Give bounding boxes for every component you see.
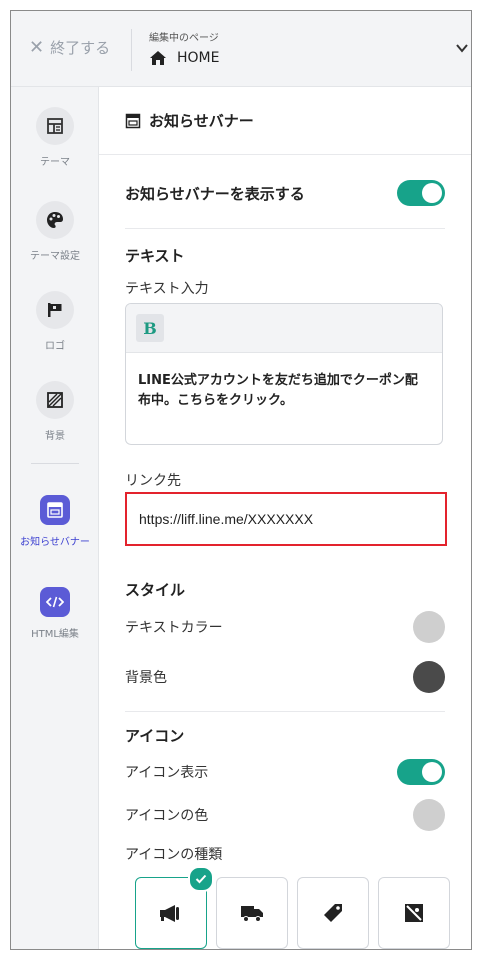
- icon-section-heading: アイコン: [125, 726, 185, 745]
- link-label: リンク先: [125, 473, 181, 489]
- icon-show-label: アイコン表示: [125, 765, 209, 781]
- sidebar-item-label: お知らせバナー: [20, 537, 90, 548]
- truck-icon: [241, 906, 263, 922]
- chevron-down-icon[interactable]: [455, 41, 469, 55]
- home-icon: [150, 51, 166, 65]
- sidebar-item-theme-settings[interactable]: テーマ設定: [11, 201, 99, 262]
- icon-option-discount[interactable]: [378, 877, 450, 949]
- editing-caption: 編集中のページ: [149, 33, 219, 44]
- sidebar-item-theme[interactable]: テーマ: [11, 107, 99, 168]
- toggle-knob: [422, 183, 442, 203]
- show-banner-toggle[interactable]: [397, 180, 445, 206]
- header-divider: [131, 29, 132, 71]
- icon-option-tag[interactable]: [297, 877, 369, 949]
- sidebar-item-notice-banner[interactable]: お知らせバナー: [11, 495, 99, 548]
- banner-icon: [40, 495, 70, 525]
- text-input-label: テキスト入力: [125, 281, 209, 297]
- banner-text-input[interactable]: LINE公式アカウントを友だち追加でクーポン配布中。こちらをクリック。: [126, 353, 442, 411]
- page-selector[interactable]: 編集中のページ HOME: [149, 29, 219, 66]
- link-url-input[interactable]: https://liff.line.me/XXXXXXX: [125, 492, 447, 546]
- exit-button[interactable]: ✕ 終了する: [29, 37, 110, 58]
- page-name: HOME: [177, 50, 220, 66]
- icon-show-toggle[interactable]: [397, 759, 445, 785]
- toggle-knob: [422, 762, 442, 782]
- discount-icon: [405, 904, 423, 922]
- icon-option-megaphone[interactable]: [135, 866, 214, 949]
- show-banner-label: お知らせバナーを表示する: [125, 184, 305, 203]
- icon-option-truck[interactable]: [216, 877, 288, 949]
- link-row: リンク先: [125, 469, 445, 491]
- style-section-row: スタイル: [125, 577, 445, 601]
- background-icon: [36, 381, 74, 419]
- megaphone-icon: [160, 905, 179, 922]
- sidebar-item-label: テーマ設定: [30, 251, 80, 262]
- icon-type-grid: [125, 866, 455, 949]
- sidebar: テーマ テーマ設定 ロゴ 背景 お知らせバナー HTML編集: [11, 87, 99, 949]
- app-frame: ✕ 終了する 編集中のページ HOME テーマ テーマ設定 ロゴ 背景 お知らせ…: [10, 10, 472, 950]
- text-input-row: テキスト入力: [125, 277, 445, 299]
- settings-panel: お知らせバナー お知らせバナーを表示する テキスト テキスト入力 B LINE公…: [99, 87, 471, 949]
- panel-title: お知らせバナー: [149, 112, 254, 130]
- text-color-swatch[interactable]: [413, 611, 445, 643]
- sidebar-item-background[interactable]: 背景: [11, 381, 99, 442]
- icon-show-row: アイコン表示: [125, 757, 445, 787]
- close-icon: ✕: [29, 36, 45, 58]
- text-color-label: テキストカラー: [125, 620, 223, 636]
- rich-text-editor: B LINE公式アカウントを友だち追加でクーポン配布中。こちらをクリック。: [125, 303, 443, 445]
- divider: [125, 711, 445, 712]
- bg-color-swatch[interactable]: [413, 661, 445, 693]
- icon-type-row: アイコンの種類: [125, 843, 445, 865]
- sidebar-item-label: HTML編集: [31, 629, 79, 640]
- bg-color-label: 背景色: [125, 670, 167, 686]
- icon-type-label: アイコンの種類: [125, 847, 223, 863]
- code-icon: [40, 587, 70, 617]
- exit-label: 終了する: [50, 39, 111, 57]
- sidebar-item-html-edit[interactable]: HTML編集: [11, 587, 99, 640]
- tag-icon: [324, 904, 342, 922]
- editor-toolbar: B: [126, 304, 442, 353]
- style-section-heading: スタイル: [125, 580, 186, 599]
- top-header: ✕ 終了する 編集中のページ HOME: [11, 11, 471, 87]
- icon-color-label: アイコンの色: [125, 808, 209, 824]
- palette-icon: [36, 201, 74, 239]
- text-color-row: テキストカラー: [125, 609, 445, 645]
- text-section-row: テキスト: [125, 243, 445, 267]
- layout-icon: [36, 107, 74, 145]
- sidebar-item-label: テーマ: [40, 157, 70, 168]
- text-section-heading: テキスト: [125, 246, 185, 265]
- flag-icon: [36, 291, 74, 329]
- show-banner-row: お知らせバナーを表示する: [125, 177, 445, 209]
- icon-color-row: アイコンの色: [125, 797, 445, 833]
- selected-check-icon: [188, 866, 214, 892]
- sidebar-item-logo[interactable]: ロゴ: [11, 291, 99, 352]
- icon-section-row: アイコン: [125, 723, 445, 747]
- sidebar-item-label: 背景: [45, 431, 65, 442]
- panel-header: お知らせバナー: [99, 87, 471, 155]
- sidebar-item-label: ロゴ: [45, 341, 65, 352]
- bg-color-row: 背景色: [125, 659, 445, 695]
- icon-color-swatch[interactable]: [413, 799, 445, 831]
- banner-icon: [125, 113, 141, 128]
- sidebar-divider: [31, 463, 79, 464]
- divider: [125, 228, 445, 229]
- bold-button[interactable]: B: [136, 314, 164, 342]
